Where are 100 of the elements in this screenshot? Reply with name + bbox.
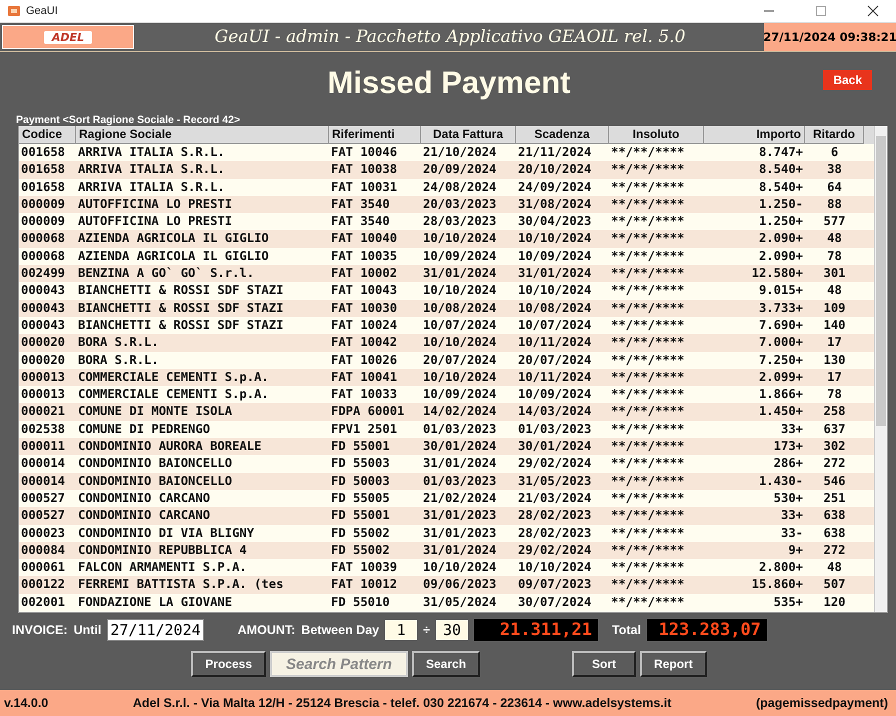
- day-from-field[interactable]: 1: [385, 620, 418, 640]
- unpaid-cell-text: **/**/****: [610, 438, 686, 456]
- window-title: GeaUI: [26, 5, 59, 17]
- delay-cell-text: 78: [826, 386, 843, 404]
- invoice-date-cell-text: 14/02/2024: [422, 403, 498, 420]
- action-button[interactable]: Process: [191, 651, 266, 677]
- company-cell-text: BIANCHETTI & ROSSI SDF STAZI: [77, 282, 284, 300]
- delay-cell-text: 38: [826, 161, 843, 178]
- code-cell-text: 000009: [20, 213, 66, 230]
- invoice-date-cell-text: 10/10/2024: [422, 559, 498, 576]
- until-date-field[interactable]: 27/11/2024: [107, 619, 204, 641]
- unpaid-cell-text: **/**/****: [610, 282, 686, 300]
- code-cell-text: 000084: [20, 542, 66, 559]
- due-date-cell-text: 10/09/2024: [517, 386, 592, 404]
- delay-cell-text: 17: [826, 368, 843, 386]
- delay-cell-text: 577: [822, 213, 846, 230]
- date-time: 27/11/2024 09:38:21: [764, 23, 896, 51]
- invoice-date-cell-text: 20/09/2024: [422, 161, 498, 178]
- due-date-cell-text: 28/02/2023: [517, 507, 592, 524]
- reference-cell-text: FPV1 2501: [330, 420, 398, 438]
- reference-cell-text: FAT 10026: [330, 352, 398, 369]
- reference-cell-text: FAT 10033: [330, 386, 398, 404]
- company-cell-text: BORA S.R.L.: [77, 352, 160, 369]
- delay-cell-text: 302: [822, 438, 846, 456]
- unpaid-cell-text: **/**/****: [610, 334, 686, 352]
- code-cell-text: 000061: [20, 559, 66, 576]
- back-button[interactable]: Back: [823, 70, 872, 90]
- amount-cell-text: 33-: [780, 524, 804, 542]
- total-display: 123.283,07: [646, 619, 767, 641]
- reference-cell-text: FAT 10031: [330, 178, 398, 196]
- delay-cell-text: 258: [822, 403, 846, 420]
- invoice-date-cell-text: 10/10/2024: [422, 230, 498, 248]
- due-date-cell-text: 10/10/2024: [517, 559, 592, 576]
- reference-cell-text: FD 55005: [330, 490, 391, 507]
- amount-cell-text: 8.540+: [758, 178, 804, 196]
- company-cell-text: BIANCHETTI & ROSSI SDF STAZI: [77, 300, 284, 317]
- delay-cell-text: 48: [826, 559, 843, 576]
- company-cell-text: COMUNE DI MONTE ISOLA: [77, 403, 234, 420]
- unpaid-cell-text: **/**/****: [610, 265, 686, 282]
- close-icon[interactable]: [867, 5, 879, 17]
- due-date-cell-text: 21/03/2024: [517, 490, 592, 507]
- amount-cell-text: 2.090+: [758, 230, 804, 248]
- reference-cell-text: FAT 10002: [330, 265, 398, 282]
- company-cell-text: FALCON ARMAMENTI S.P.A.: [77, 559, 248, 576]
- code-cell-text: 000011: [20, 438, 66, 456]
- search-field[interactable]: Search Pattern: [270, 651, 408, 677]
- amount-cell-text: 1.430-: [758, 472, 804, 490]
- company-cell-text: COMMERCIALE CEMENTI S.p.A.: [77, 368, 270, 386]
- unpaid-cell-text: **/**/****: [610, 386, 686, 404]
- company-cell-text: CONDOMINIO REPUBBLICA 4: [77, 542, 248, 559]
- due-date-cell-text: 29/02/2024: [517, 455, 592, 472]
- action-button[interactable]: Sort: [572, 651, 636, 677]
- amount-cell-text: 535+: [772, 594, 804, 611]
- amount-cell-text: 2.099+: [758, 368, 804, 386]
- amount-cell-text: 1.250+: [758, 213, 804, 230]
- page-name: (pagemissedpayment): [756, 696, 888, 710]
- action-button[interactable]: Search: [412, 651, 480, 677]
- code-cell-text: 002499: [20, 265, 66, 282]
- company-cell-text: BENZINA A GO` GO` S.r.l.: [77, 265, 256, 282]
- reference-cell-text: FD 50003: [330, 472, 391, 490]
- code-cell-text: 000009: [20, 196, 66, 213]
- due-date-cell-text: 10/10/2024: [517, 282, 592, 300]
- company-cell-text: COMUNE DI PEDRENGO: [77, 420, 212, 438]
- reference-cell-text: FAT 10046: [330, 144, 398, 161]
- delay-cell-text: 272: [822, 542, 846, 559]
- reference-cell-text: FD 55010: [330, 594, 391, 611]
- unpaid-cell-text: **/**/****: [610, 524, 686, 542]
- reference-cell-text: FD 55001: [330, 507, 391, 524]
- code-cell-text: 002538: [20, 420, 66, 438]
- invoice-date-cell-text: 10/10/2024: [422, 282, 498, 300]
- invoice-date-cell-text: 01/03/2023: [422, 420, 498, 438]
- code-cell-text: 000020: [20, 334, 66, 352]
- code-cell-text: 001658: [20, 144, 66, 161]
- version-text: v.14.0.0: [4, 696, 48, 710]
- scrollbar[interactable]: [874, 126, 887, 612]
- company-cell-text: AUTOFFICINA LO PRESTI: [77, 213, 234, 230]
- amount-cell-text: 2.800+: [758, 559, 804, 576]
- code-cell-text: 002001: [20, 594, 66, 611]
- amount-cell-text: 530+: [772, 490, 804, 507]
- amount-display: 21.311,21: [474, 619, 598, 641]
- invoice-date-cell-text: 10/07/2024: [422, 316, 498, 334]
- amount-cell-text: 8.747+: [758, 144, 804, 161]
- amount-cell-text: 1.250-: [758, 196, 804, 213]
- amount-label: AMOUNT:: [238, 623, 296, 637]
- unpaid-cell-text: **/**/****: [610, 316, 686, 334]
- unpaid-cell-text: **/**/****: [610, 196, 686, 213]
- delay-cell-text: 48: [826, 282, 843, 300]
- logo-text: ADEL: [44, 30, 92, 44]
- action-button[interactable]: Report: [640, 651, 707, 677]
- unpaid-cell-text: **/**/****: [610, 490, 686, 507]
- reference-cell-text: FD 55003: [330, 455, 391, 472]
- day-to-field[interactable]: 30: [436, 620, 468, 640]
- due-date-cell-text: 31/08/2024: [517, 196, 592, 213]
- code-cell-text: 000014: [20, 472, 66, 490]
- range-separator: ÷: [423, 623, 430, 637]
- amount-cell-text: 286+: [772, 455, 804, 472]
- invoice-date-cell-text: 31/01/2024: [422, 455, 498, 472]
- amount-cell-text: 33+: [780, 507, 804, 524]
- company-cell-text: FERREMI BATTISTA S.P.A. (tes: [77, 576, 284, 594]
- amount-cell-text: 3.733+: [758, 300, 804, 317]
